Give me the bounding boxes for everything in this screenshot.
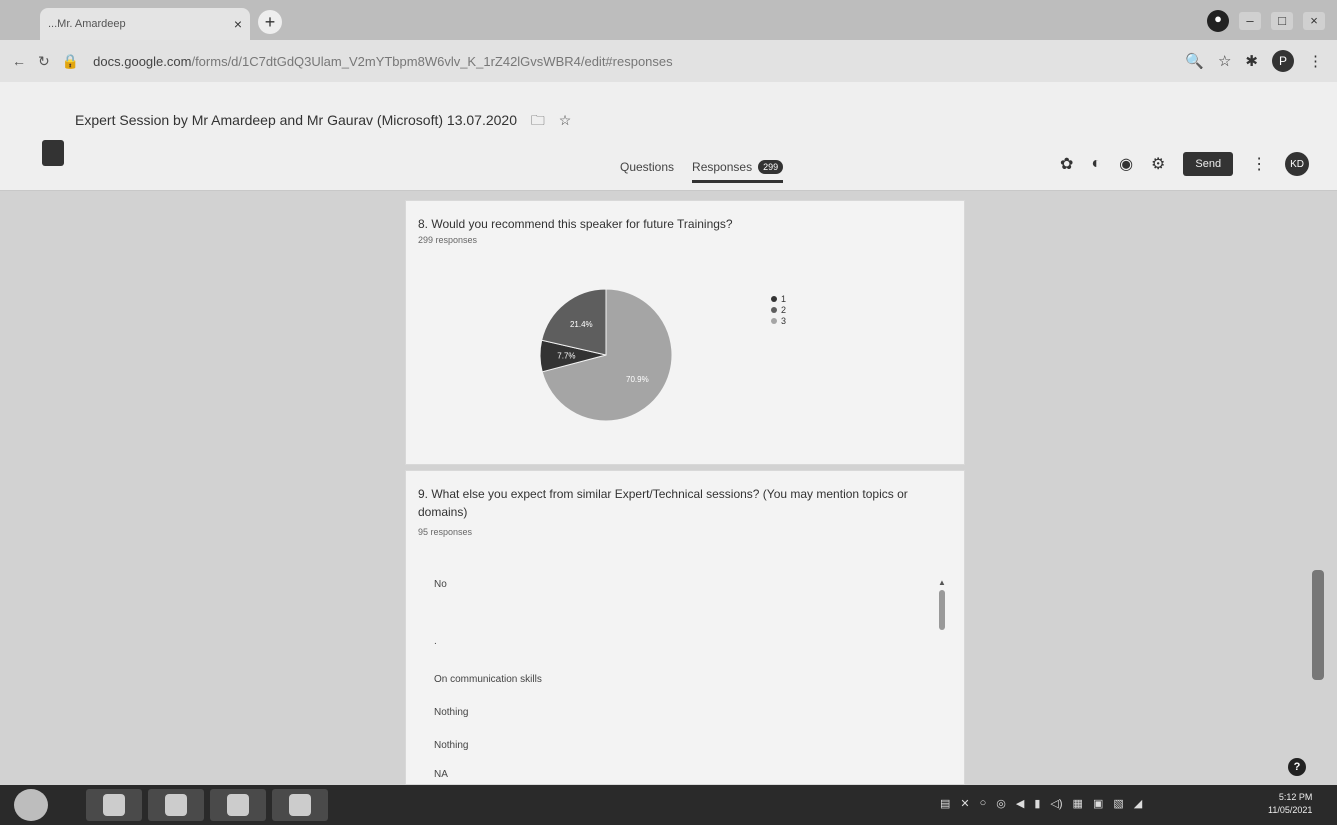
response-count: 95 responses xyxy=(418,527,473,537)
chrome-icon xyxy=(227,794,249,816)
address-bar: ← ↻ 🔒 docs.google.com/forms/d/1C7dtGdQ3U… xyxy=(0,40,1337,82)
lock-icon: 🔒 xyxy=(61,52,80,69)
preview-eye-icon[interactable]: ◉ xyxy=(1119,154,1133,174)
start-button[interactable] xyxy=(14,789,48,821)
tray-app-icon[interactable]: ▦ xyxy=(1073,797,1083,810)
legend-item: 3 xyxy=(771,316,786,327)
document-icon xyxy=(289,794,311,816)
back-icon[interactable]: ← xyxy=(12,53,26,69)
bookmark-star-icon[interactable]: ☆ xyxy=(1218,52,1231,70)
tab-responses[interactable]: Responses 299 xyxy=(692,160,784,183)
scroll-thumb[interactable] xyxy=(939,590,945,630)
form-title: Expert Session by Mr Amardeep and Mr Gau… xyxy=(75,110,571,134)
opera-app-icon[interactable] xyxy=(148,789,204,821)
question-title: 8. Would you recommend this speaker for … xyxy=(418,217,733,231)
question-title: 9. What else you expect from similar Exp… xyxy=(418,487,908,519)
tab-responses-label: Responses xyxy=(692,160,753,174)
list-item: On communication skills xyxy=(434,674,542,685)
url-host: docs.google.com xyxy=(93,53,192,69)
pie-chart: 70.9% 7.7% 21.4% xyxy=(539,288,673,422)
legend-label: 3 xyxy=(781,316,787,326)
system-clock[interactable]: 5:12 PM 11/05/2021 xyxy=(1268,791,1312,817)
tray-arrow-icon[interactable]: ◀ xyxy=(1016,797,1024,810)
form-toolbar: ✿ ◐ ◉ ⚙ Send ⋮ KD xyxy=(1060,152,1310,176)
response-count: 299 responses xyxy=(418,235,478,245)
pie-slice-label: 7.7% xyxy=(557,352,575,361)
url-field[interactable]: docs.google.com/forms/d/1C7dtGdQ3Ulam_V2… xyxy=(93,54,672,69)
tray-app-icon-2[interactable]: ▣ xyxy=(1093,797,1103,810)
responses-count-badge: 299 xyxy=(758,160,784,174)
folder-icon xyxy=(103,794,125,816)
profile-avatar[interactable]: P xyxy=(1272,50,1294,72)
legend-swatch xyxy=(771,307,777,313)
clock-time: 5:12 PM xyxy=(1278,792,1313,802)
window-controls: ● – □ × xyxy=(1207,10,1325,32)
tab-title: ...Mr. Amardeep xyxy=(48,18,126,30)
settings-gear-icon[interactable]: ⚙ xyxy=(1151,154,1165,174)
scroll-up-arrow-icon[interactable]: ▲ xyxy=(938,578,946,587)
clock-date: 11/05/2021 xyxy=(1268,805,1313,815)
chart-legend: 1 2 3 xyxy=(771,294,786,327)
form-header: Expert Session by Mr Amardeep and Mr Gau… xyxy=(0,82,1337,191)
list-item: Nothing xyxy=(434,707,469,718)
legend-label: 2 xyxy=(781,305,787,315)
question-card-8: 8. Would you recommend this speaker for … xyxy=(405,200,965,465)
pie-slice-label: 21.4% xyxy=(570,320,593,329)
tray-keyboard-icon[interactable]: ▤ xyxy=(940,797,950,810)
legend-item: 1 xyxy=(771,294,786,305)
url-path: /forms/d/1C7dtGdQ3Ulam_V2mYTbpm8W6vlv_K_… xyxy=(191,53,673,69)
new-tab-button[interactable]: + xyxy=(258,10,282,34)
system-tray: ▤ ✕ ○ ◎ ◀ ▮ ◁) ▦ ▣ ▧ ◢ xyxy=(940,797,1142,810)
legend-swatch xyxy=(771,318,777,324)
opera-icon xyxy=(165,794,187,816)
legend-swatch xyxy=(771,296,777,302)
tray-cross-icon[interactable]: ✕ xyxy=(960,797,969,810)
minimize-button[interactable]: – xyxy=(1239,12,1261,30)
pie-slice-label: 70.9% xyxy=(626,375,649,384)
browser-tabstrip: ...Mr. Amardeep × + ● – □ × xyxy=(0,0,1337,40)
reload-icon[interactable]: ↻ xyxy=(38,53,50,70)
menu-dots-icon[interactable]: ⋮ xyxy=(1308,52,1323,70)
tab-questions[interactable]: Questions xyxy=(620,160,674,183)
network-signal-icon[interactable]: ◢ xyxy=(1134,797,1142,810)
tray-battery-icon[interactable]: ▮ xyxy=(1034,797,1040,810)
help-icon[interactable]: ? xyxy=(1288,758,1306,776)
question-card-9: 9. What else you expect from similar Exp… xyxy=(405,470,965,785)
tray-search-icon[interactable]: ◎ xyxy=(996,797,1006,810)
palette-icon[interactable]: ◐ xyxy=(1091,155,1101,173)
legend-item: 2 xyxy=(771,305,786,316)
maximize-button[interactable]: □ xyxy=(1271,12,1293,30)
close-window-button[interactable]: × xyxy=(1303,12,1325,30)
list-item: NA xyxy=(434,769,448,780)
send-button[interactable]: Send xyxy=(1183,152,1234,176)
volume-icon[interactable]: ◁) xyxy=(1050,797,1062,810)
list-item: . xyxy=(434,636,437,647)
record-icon[interactable]: ● xyxy=(1207,10,1229,32)
browser-toolbar: 🔍 ☆ ✱ P ⋮ xyxy=(1185,50,1323,72)
page-scrollbar[interactable] xyxy=(1312,570,1324,680)
extensions-icon[interactable]: ✱ xyxy=(1245,52,1258,70)
tray-circle-icon[interactable]: ○ xyxy=(980,797,987,810)
answers-scrollbar[interactable]: ▲ xyxy=(937,578,947,778)
tray-app-icon-3[interactable]: ▧ xyxy=(1113,797,1123,810)
star-icon[interactable]: ☆ xyxy=(559,112,572,128)
more-dots-icon[interactable]: ⋮ xyxy=(1251,154,1267,174)
taskbar: ▤ ✕ ○ ◎ ◀ ▮ ◁) ▦ ▣ ▧ ◢ 5:12 PM 11/05/202… xyxy=(0,785,1337,825)
addon-icon[interactable]: ✿ xyxy=(1060,154,1073,174)
zoom-icon[interactable]: 🔍 xyxy=(1185,52,1204,70)
explorer-app-icon[interactable] xyxy=(86,789,142,821)
word-app-icon[interactable] xyxy=(272,789,328,821)
list-item: Nothing xyxy=(434,740,469,751)
account-avatar[interactable]: KD xyxy=(1285,152,1310,176)
form-title-text: Expert Session by Mr Amardeep and Mr Gau… xyxy=(75,112,517,128)
folder-icon[interactable]: 🗀 xyxy=(531,112,545,128)
close-tab-icon[interactable]: × xyxy=(234,16,242,32)
list-item: No xyxy=(434,579,447,590)
forms-logo-icon[interactable] xyxy=(42,140,64,166)
legend-label: 1 xyxy=(781,294,787,304)
form-tabs: Questions Responses 299 xyxy=(620,160,784,183)
chrome-app-icon[interactable] xyxy=(210,789,266,821)
browser-tab[interactable]: ...Mr. Amardeep × xyxy=(40,8,250,40)
